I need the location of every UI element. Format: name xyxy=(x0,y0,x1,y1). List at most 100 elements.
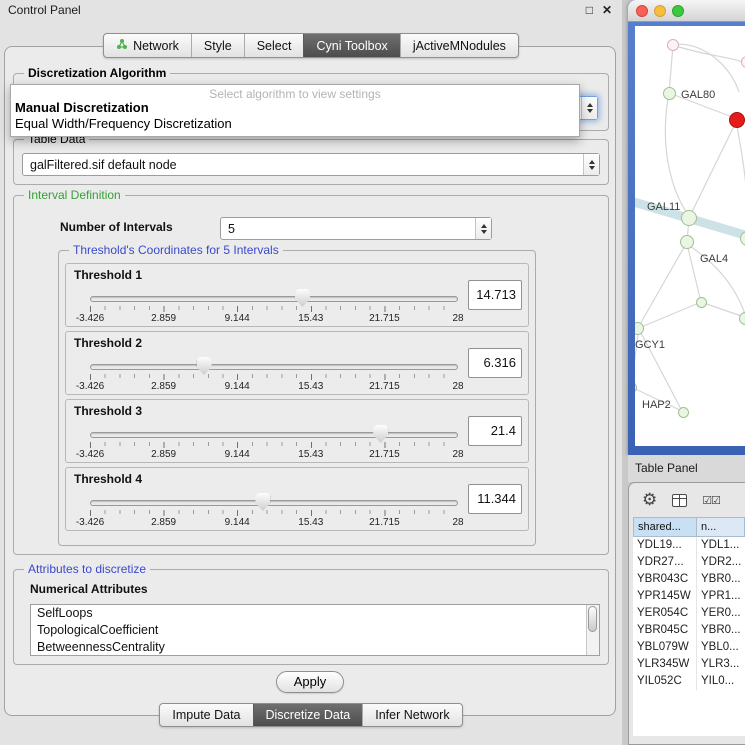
scrollbar-thumb[interactable] xyxy=(588,606,597,632)
slider-scale: -3.4262.8599.14415.4321.71528 xyxy=(90,381,458,393)
number-of-intervals-select[interactable]: 5 xyxy=(220,217,492,240)
attribute-item[interactable]: BetweennessCentrality xyxy=(31,639,599,656)
attribute-item[interactable]: TopologicalCoefficient xyxy=(31,622,599,639)
threshold-slider[interactable]: -3.4262.8599.14415.4321.71528 xyxy=(90,426,458,462)
table-cell: YBL079W xyxy=(633,639,697,656)
slider-track[interactable] xyxy=(90,296,458,302)
table-row[interactable]: YBL079WYBL0... xyxy=(633,639,745,656)
network-node[interactable] xyxy=(739,312,745,325)
threshold-slider[interactable]: -3.4262.8599.14415.4321.71528 xyxy=(90,290,458,326)
threshold-thumb[interactable] xyxy=(295,289,310,307)
network-node[interactable] xyxy=(678,407,689,418)
table-cell: YDR2... xyxy=(697,554,745,571)
table-row[interactable]: YBR043CYBR0... xyxy=(633,571,745,588)
table-row[interactable]: YPR145WYPR1... xyxy=(633,588,745,605)
table-data-select[interactable]: galFiltered.sif default node xyxy=(22,153,600,176)
apply-button[interactable]: Apply xyxy=(276,671,344,693)
scale-label: 28 xyxy=(452,449,463,460)
number-of-intervals-value: 5 xyxy=(228,222,235,236)
tab-discretize-data[interactable]: Discretize Data xyxy=(253,704,363,726)
tab-select[interactable]: Select xyxy=(244,34,304,57)
algorithm-option-equal-width[interactable]: Equal Width/Frequency Discretization xyxy=(11,116,579,132)
slider-track[interactable] xyxy=(90,500,458,506)
close-icon[interactable]: ✕ xyxy=(602,4,612,16)
tab-cyni-toolbox[interactable]: Cyni Toolbox xyxy=(303,34,399,57)
control-panel-title: Control Panel xyxy=(8,3,81,17)
threshold-panel-3: Threshold 3 -3.4262.8599.14415.4321.7152… xyxy=(65,399,529,463)
table-cell: YDR27... xyxy=(633,554,697,571)
network-node-label: GAL11 xyxy=(647,201,680,213)
zoom-traffic-light-icon[interactable] xyxy=(672,5,684,17)
attributes-scrollbar[interactable] xyxy=(586,605,599,655)
tab-style[interactable]: Style xyxy=(191,34,244,57)
network-view-window: GAL80GAL11GAL4GCY1HAP2 xyxy=(628,0,745,455)
slider-track[interactable] xyxy=(90,364,458,370)
tab-network[interactable]: Network xyxy=(104,34,191,57)
control-panel-titlebar[interactable]: Control Panel □ ✕ xyxy=(0,0,622,20)
algorithm-placeholder: Select algorithm to view settings xyxy=(11,85,579,100)
threshold-value-field[interactable]: 14.713 xyxy=(468,280,522,310)
table-cell: YBR045C xyxy=(633,622,697,639)
algorithm-option-manual[interactable]: Manual Discretization xyxy=(11,100,579,116)
network-node-label: GAL80 xyxy=(681,89,715,101)
interval-definition-group: Interval Definition Number of Intervals … xyxy=(13,195,609,555)
network-node[interactable] xyxy=(696,297,707,308)
numerical-attributes-list[interactable]: SelfLoopsTopologicalCoefficientBetweenne… xyxy=(30,604,600,656)
float-window-icon[interactable]: □ xyxy=(586,4,593,16)
scale-label: 9.144 xyxy=(225,517,250,528)
network-canvas[interactable]: GAL80GAL11GAL4GCY1HAP2 xyxy=(635,26,745,446)
slider-track[interactable] xyxy=(90,432,458,438)
threshold-slider[interactable]: -3.4262.8599.14415.4321.71528 xyxy=(90,494,458,530)
threshold-slider[interactable]: -3.4262.8599.14415.4321.71528 xyxy=(90,358,458,394)
threshold-label: Threshold 2 xyxy=(74,336,142,350)
tab-infer-network[interactable]: Infer Network xyxy=(362,704,461,726)
slider-ticks-icon xyxy=(90,442,458,448)
slider-scale: -3.4262.8599.14415.4321.71528 xyxy=(90,449,458,461)
close-traffic-light-icon[interactable] xyxy=(636,5,648,17)
cyni-bottom-tabs: Impute Data Discretize Data Infer Networ… xyxy=(159,703,462,727)
network-window-titlebar[interactable] xyxy=(628,0,745,22)
table-row[interactable]: YBR045CYBR0... xyxy=(633,622,745,639)
table-cell: YBR043C xyxy=(633,571,697,588)
scale-label: 21.715 xyxy=(369,381,400,392)
table-cell: YDL1... xyxy=(697,537,745,554)
network-node[interactable] xyxy=(681,210,697,226)
threshold-value-field[interactable]: 6.316 xyxy=(468,348,522,378)
columns-icon[interactable] xyxy=(672,494,687,507)
table-row[interactable]: YER054CYER0... xyxy=(633,605,745,622)
network-node[interactable] xyxy=(680,235,694,249)
network-node[interactable] xyxy=(667,39,679,51)
threshold-thumb[interactable] xyxy=(373,425,388,443)
network-node[interactable] xyxy=(635,322,644,335)
table-data-select-value: galFiltered.sif default node xyxy=(30,158,177,172)
table-panel-window: shared... n... YDL19...YDL1...YDR27...YD… xyxy=(628,482,745,745)
threshold-value-field[interactable]: 21.4 xyxy=(468,416,522,446)
network-node[interactable] xyxy=(729,112,745,128)
scale-label: -3.426 xyxy=(76,449,104,460)
table-cell: YLR3... xyxy=(697,656,745,673)
table-row[interactable]: YLR345WYLR3... xyxy=(633,656,745,673)
scale-label: 15.43 xyxy=(298,449,323,460)
scale-label: 15.43 xyxy=(298,313,323,324)
minimize-traffic-light-icon[interactable] xyxy=(654,5,666,17)
table-row[interactable]: YDR27...YDR2... xyxy=(633,554,745,571)
tab-jactivemnodules[interactable]: jActiveMNodules xyxy=(400,34,518,57)
node-table-body[interactable]: YDL19...YDL1...YDR27...YDR2...YBR043CYBR… xyxy=(633,537,745,736)
table-row[interactable]: YDL19...YDL1... xyxy=(633,537,745,554)
attribute-item[interactable]: SelfLoops xyxy=(31,605,599,622)
checkbox-columns-icon[interactable] xyxy=(702,491,720,509)
gear-icon[interactable] xyxy=(642,490,657,510)
scale-label: -3.426 xyxy=(76,517,104,528)
threshold-thumb[interactable] xyxy=(255,493,270,511)
algorithm-dropdown-popup: Select algorithm to view settings Manual… xyxy=(10,84,580,137)
tab-impute-data[interactable]: Impute Data xyxy=(160,704,252,726)
table-cell: YER0... xyxy=(697,605,745,622)
attributes-group: Attributes to discretize Numerical Attri… xyxy=(13,569,609,665)
threshold-value-field[interactable]: 11.344 xyxy=(468,484,522,514)
table-cell: YPR145W xyxy=(633,588,697,605)
column-header-shared-name[interactable]: shared... xyxy=(633,517,697,537)
column-header-name[interactable]: n... xyxy=(697,517,745,537)
threshold-thumb[interactable] xyxy=(197,357,212,375)
network-node[interactable] xyxy=(663,87,676,100)
table-row[interactable]: YIL052CYIL0... xyxy=(633,673,745,690)
